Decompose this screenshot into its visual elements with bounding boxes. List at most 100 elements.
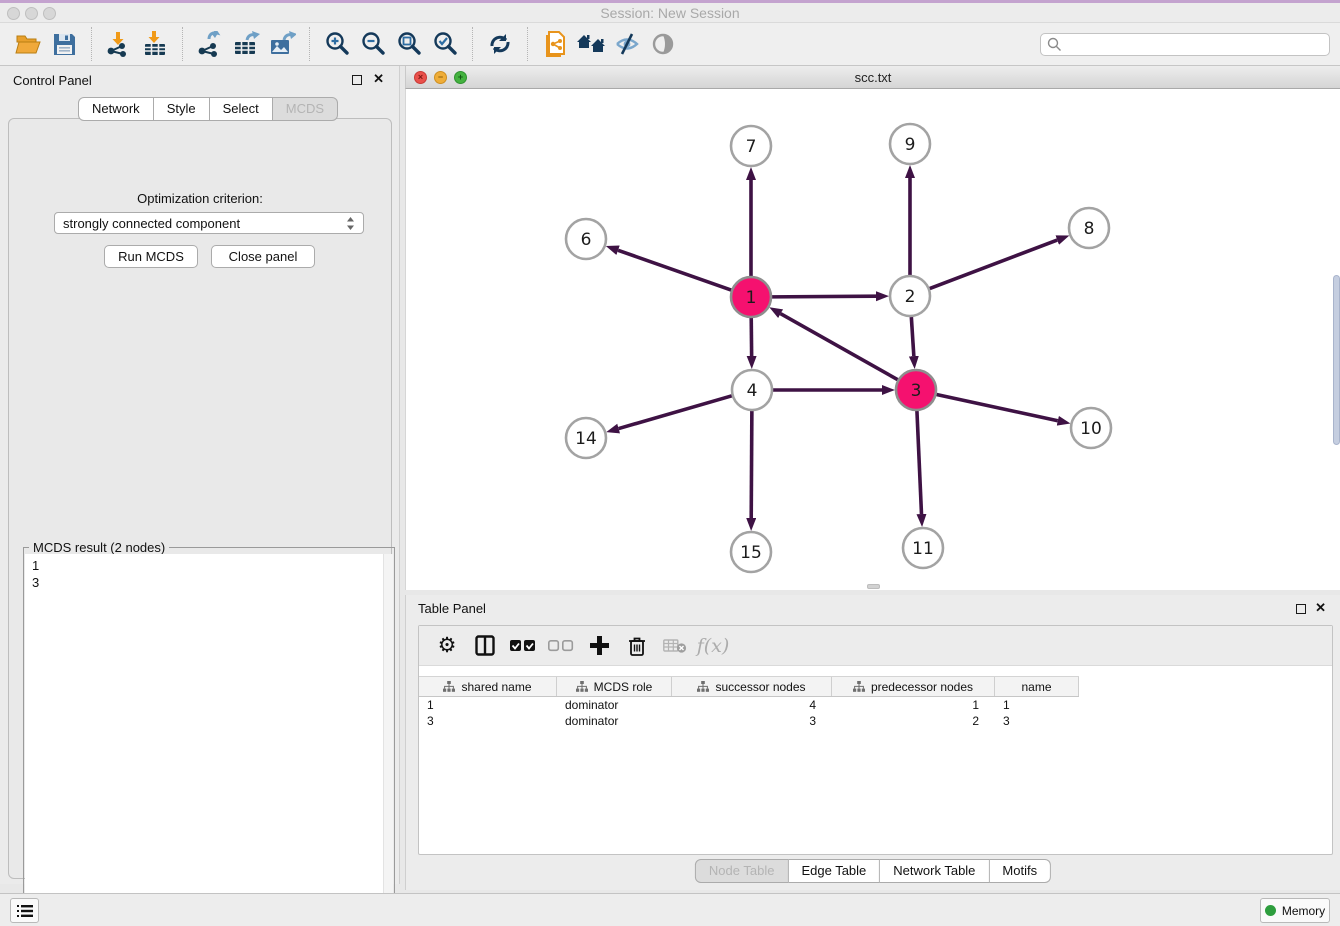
graph-node-14[interactable]: 14 [566, 418, 606, 458]
table-cell[interactable]: 3 [419, 713, 557, 729]
graph-edge-3-1[interactable] [781, 314, 898, 380]
dropdown-chevrons-icon [346, 216, 355, 231]
open-session-icon[interactable] [10, 28, 46, 60]
function-builder-icon[interactable]: f(x) [697, 631, 729, 661]
task-history-button[interactable] [10, 898, 39, 923]
graph-node-15[interactable]: 15 [731, 532, 771, 572]
new-network-from-selection-icon[interactable] [537, 28, 573, 60]
toggle-panel-icon[interactable] [469, 631, 501, 661]
svg-text:6: 6 [581, 230, 592, 250]
import-table-icon[interactable] [137, 28, 173, 60]
float-table-panel-icon[interactable] [1296, 604, 1306, 614]
tab-select[interactable]: Select [210, 97, 273, 121]
network-horizontal-scrollbar[interactable] [867, 584, 880, 589]
column-header-name[interactable]: name [995, 677, 1079, 696]
table-cell[interactable]: 2 [832, 713, 995, 729]
graph-node-8[interactable]: 8 [1069, 208, 1109, 248]
apply-layout-icon[interactable] [482, 28, 518, 60]
table-cell[interactable]: dominator [557, 697, 672, 713]
mcds-result-textarea[interactable]: 1 3 [25, 554, 393, 926]
graph-node-4[interactable]: 4 [732, 370, 772, 410]
tab-node-table[interactable]: Node Table [695, 859, 789, 883]
create-column-icon[interactable] [583, 631, 615, 661]
control-panel: Control Panel ✕ NetworkStyleSelectMCDS O… [0, 66, 400, 884]
svg-text:8: 8 [1084, 219, 1095, 239]
table-row[interactable]: 3dominator323 [419, 713, 1079, 729]
graph-node-2[interactable]: 2 [890, 276, 930, 316]
graph-edge-3-10[interactable] [937, 394, 1058, 420]
float-panel-icon[interactable] [352, 75, 362, 85]
table-toolbar: ⚙ f(x) [419, 626, 1332, 666]
zoom-out-icon[interactable] [355, 28, 391, 60]
zoom-selected-icon[interactable] [427, 28, 463, 60]
tab-style[interactable]: Style [154, 97, 210, 121]
table-cell[interactable]: 1 [419, 697, 557, 713]
column-header-shared-name[interactable]: shared name [419, 677, 557, 696]
graph-node-6[interactable]: 6 [566, 219, 606, 259]
table-cell[interactable]: 3 [672, 713, 832, 729]
close-table-panel-icon[interactable]: ✕ [1315, 600, 1326, 616]
close-panel-button[interactable]: Close panel [211, 245, 315, 268]
graph-edge-4-14[interactable] [619, 396, 732, 429]
import-network-icon[interactable] [101, 28, 137, 60]
criterion-dropdown[interactable]: strongly connected component [54, 212, 364, 234]
graph-edge-1-6[interactable] [618, 250, 731, 290]
close-panel-icon[interactable]: ✕ [373, 71, 384, 87]
save-session-icon[interactable] [46, 28, 82, 60]
svg-text:15: 15 [740, 543, 762, 563]
table-panel-tabs: Node TableEdge TableNetwork TableMotifs [695, 859, 1051, 883]
tab-network-table[interactable]: Network Table [880, 859, 989, 883]
graph-edge-2-3[interactable] [911, 317, 913, 356]
result-scrollbar[interactable] [383, 554, 393, 926]
table-cell[interactable]: 1 [832, 697, 995, 713]
table-settings-gear-icon[interactable]: ⚙ [431, 631, 463, 661]
table-cell[interactable]: 1 [995, 697, 1079, 713]
delete-table-icon[interactable] [659, 631, 691, 661]
network-vertical-scrollbar[interactable] [1333, 275, 1340, 445]
graph-edge-4-15[interactable] [751, 411, 752, 518]
column-header-successor-nodes[interactable]: successor nodes [672, 677, 832, 696]
network-canvas[interactable]: 7 9 6 8 1 2 4 3 14 10 15 11 [405, 89, 1340, 590]
graph-edge-1-2[interactable] [772, 296, 876, 297]
mcds-tab-content: Optimization criterion: strongly connect… [8, 118, 392, 879]
graph-node-11[interactable]: 11 [903, 528, 943, 568]
graph-node-3[interactable]: 3 [896, 370, 936, 410]
home-apps-icon[interactable] [573, 28, 609, 60]
unselect-all-columns-icon[interactable] [545, 631, 577, 661]
table-row[interactable]: 1dominator411 [419, 697, 1079, 713]
graph-node-9[interactable]: 9 [890, 124, 930, 164]
application-window: Session: New Session [0, 0, 1340, 926]
memory-button[interactable]: Memory [1260, 898, 1330, 923]
show-graphics-details-icon[interactable] [645, 28, 681, 60]
column-header-MCDS-role[interactable]: MCDS role [557, 677, 672, 696]
node-table[interactable]: shared nameMCDS rolesuccessor nodesprede… [419, 676, 1079, 729]
table-cell[interactable]: dominator [557, 713, 672, 729]
column-header-predecessor-nodes[interactable]: predecessor nodes [832, 677, 995, 696]
hide-graphics-details-icon[interactable] [609, 28, 645, 60]
graph-edge-2-8[interactable] [930, 240, 1058, 288]
search-input[interactable] [1066, 36, 1323, 52]
mcds-result-group: MCDS result (2 nodes) 1 3 [23, 547, 395, 926]
tab-motifs[interactable]: Motifs [989, 859, 1051, 883]
table-panel: Table Panel ✕ ⚙ [405, 595, 1340, 890]
delete-columns-icon[interactable] [621, 631, 653, 661]
graph-edge-3-11[interactable] [917, 411, 922, 514]
table-cell[interactable]: 4 [672, 697, 832, 713]
network-graph[interactable]: 7 9 6 8 1 2 4 3 14 10 15 11 [406, 89, 1340, 590]
export-image-icon[interactable] [264, 28, 300, 60]
tab-network[interactable]: Network [78, 97, 154, 121]
graph-node-7[interactable]: 7 [731, 126, 771, 166]
table-cell[interactable]: 3 [995, 713, 1079, 729]
zoom-fit-icon[interactable] [391, 28, 427, 60]
network-window-title: scc.txt [406, 70, 1340, 85]
search-field[interactable] [1040, 33, 1330, 56]
graph-node-10[interactable]: 10 [1071, 408, 1111, 448]
tab-edge-table[interactable]: Edge Table [788, 859, 880, 883]
graph-node-1[interactable]: 1 [731, 277, 771, 317]
select-all-columns-icon[interactable] [507, 631, 539, 661]
zoom-in-icon[interactable] [319, 28, 355, 60]
export-network-icon[interactable] [192, 28, 228, 60]
tab-mcds[interactable]: MCDS [273, 97, 338, 121]
run-mcds-button[interactable]: Run MCDS [104, 245, 198, 268]
export-table-icon[interactable] [228, 28, 264, 60]
